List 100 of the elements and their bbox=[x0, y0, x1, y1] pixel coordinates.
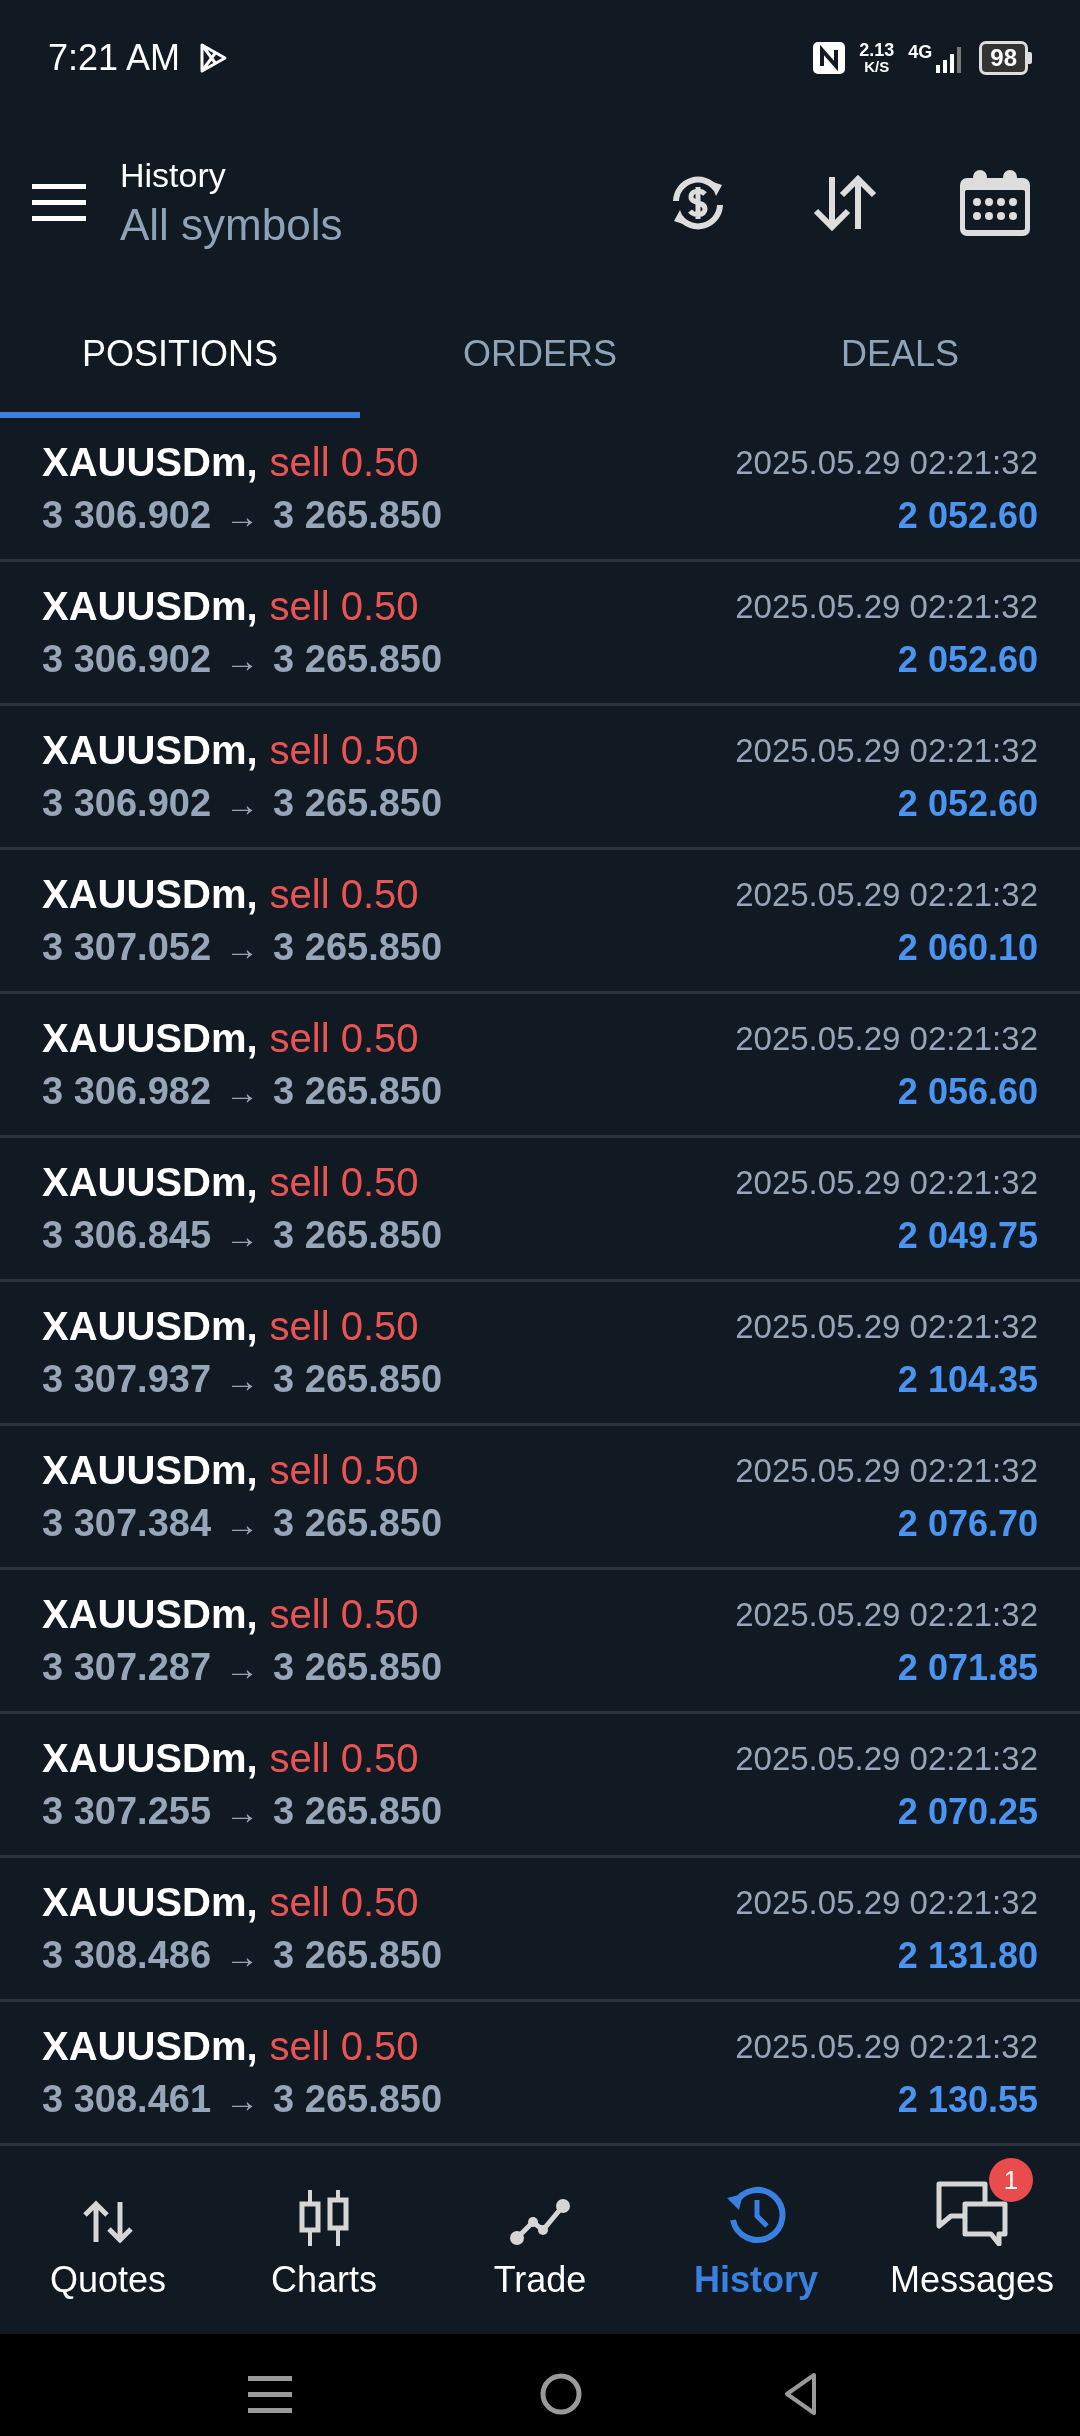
menu-icon[interactable] bbox=[248, 2374, 292, 2414]
nav-tab[interactable]: Charts bbox=[216, 2146, 432, 2334]
close-price: 3 265.850 bbox=[273, 1213, 443, 1258]
network-type: 4G bbox=[908, 42, 933, 61]
arrow-text: → bbox=[225, 1792, 260, 1833]
close-time: 2025.05.29 02:21:32 bbox=[735, 2026, 1038, 2067]
speed-value: 2.13 bbox=[859, 41, 895, 59]
position-row[interactable]: XAUUSDm, sell 0.50 3 306.845 → 3 265.850 2025.05.29 02:21:32 2 049.75 bbox=[0, 1138, 1080, 1282]
nav-tab[interactable]: Quotes bbox=[0, 2146, 216, 2334]
profit-value: 2 060.10 bbox=[897, 925, 1038, 970]
open-price: 3 306.902 bbox=[42, 637, 212, 682]
nav-label: Messages bbox=[889, 2260, 1055, 2300]
line-chart-icon bbox=[509, 2196, 571, 2246]
open-price: 3 308.486 bbox=[42, 1933, 212, 1978]
nav-tab[interactable]: History bbox=[648, 2146, 864, 2334]
open-price: 3 308.461 bbox=[42, 2077, 212, 2122]
tab[interactable]: ORDERS bbox=[360, 290, 720, 418]
position-row[interactable]: XAUUSDm, sell 0.50 3 306.902 → 3 265.850 2025.05.29 02:21:32 2 052.60 bbox=[0, 418, 1080, 562]
close-time: 2025.05.29 02:21:32 bbox=[735, 442, 1038, 483]
profit-value: 2 049.75 bbox=[897, 1213, 1038, 1258]
profit-value: 2 052.60 bbox=[897, 493, 1038, 538]
arrow-text: → bbox=[225, 1936, 260, 1977]
arrow-text: → bbox=[225, 1216, 260, 1257]
position-row[interactable]: XAUUSDm, sell 0.50 3 307.052 → 3 265.850 2025.05.29 02:21:32 2 060.10 bbox=[0, 850, 1080, 994]
battery-level: 98 bbox=[979, 40, 1028, 75]
arrow-text: → bbox=[225, 1360, 260, 1401]
close-price: 3 265.850 bbox=[273, 637, 443, 682]
close-time: 2025.05.29 02:21:32 bbox=[735, 1738, 1038, 1779]
symbol-name: XAUUSDm, bbox=[42, 1735, 258, 1782]
position-row[interactable]: XAUUSDm, sell 0.50 3 307.937 → 3 265.850 2025.05.29 02:21:32 2 104.35 bbox=[0, 1282, 1080, 1426]
close-price: 3 265.850 bbox=[273, 925, 443, 970]
position-row[interactable]: XAUUSDm, sell 0.50 3 306.982 → 3 265.850 2025.05.29 02:21:32 2 056.60 bbox=[0, 994, 1080, 1138]
arrow-text: → bbox=[225, 1072, 260, 1113]
close-price: 3 265.850 bbox=[273, 1069, 443, 1114]
close-price: 3 265.850 bbox=[273, 2077, 443, 2122]
symbol-name: XAUUSDm, bbox=[42, 871, 258, 918]
trade-side: sell 0.50 bbox=[269, 583, 419, 630]
close-price: 3 265.850 bbox=[273, 781, 443, 826]
page-title: History bbox=[120, 154, 227, 196]
position-row[interactable]: XAUUSDm, sell 0.50 3 306.902 → 3 265.850 2025.05.29 02:21:32 2 052.60 bbox=[0, 706, 1080, 850]
nav-tab[interactable]: 1 Messages bbox=[864, 2146, 1080, 2334]
arrow-text: → bbox=[225, 2080, 260, 2121]
arrow-text: → bbox=[225, 784, 260, 825]
tab[interactable]: POSITIONS bbox=[0, 290, 360, 418]
open-price: 3 307.052 bbox=[42, 925, 212, 970]
symbol-name: XAUUSDm, bbox=[42, 1303, 258, 1350]
back-icon[interactable] bbox=[782, 2371, 818, 2417]
nav-tab[interactable]: Trade bbox=[432, 2146, 648, 2334]
symbol-name: XAUUSDm, bbox=[42, 1879, 258, 1926]
close-time: 2025.05.29 02:21:32 bbox=[735, 1162, 1038, 1203]
position-row[interactable]: XAUUSDm, sell 0.50 3 306.902 → 3 265.850 2025.05.29 02:21:32 2 052.60 bbox=[0, 562, 1080, 706]
tab[interactable]: DEALS bbox=[720, 290, 1080, 418]
trade-side: sell 0.50 bbox=[269, 871, 419, 918]
trade-side: sell 0.50 bbox=[269, 1447, 419, 1494]
trade-side: sell 0.50 bbox=[269, 727, 419, 774]
position-row[interactable]: XAUUSDm, sell 0.50 3 308.486 → 3 265.850 2025.05.29 02:21:32 2 131.80 bbox=[0, 1858, 1080, 2002]
history-icon bbox=[725, 2184, 787, 2246]
calendar-icon[interactable] bbox=[960, 169, 1030, 236]
position-row[interactable]: XAUUSDm, sell 0.50 3 307.255 → 3 265.850 2025.05.29 02:21:32 2 070.25 bbox=[0, 1714, 1080, 1858]
profit-value: 2 070.25 bbox=[897, 1789, 1038, 1834]
symbol-name: XAUUSDm, bbox=[42, 1591, 258, 1638]
close-price: 3 265.850 bbox=[273, 1645, 443, 1690]
close-price: 3 265.850 bbox=[273, 1501, 443, 1546]
trade-side: sell 0.50 bbox=[269, 1735, 419, 1782]
profit-value: 2 056.60 bbox=[897, 1069, 1038, 1114]
candlestick-icon bbox=[298, 2190, 350, 2246]
up-down-arrows-icon bbox=[81, 2198, 135, 2246]
symbol-name: XAUUSDm, bbox=[42, 583, 258, 630]
open-price: 3 307.384 bbox=[42, 1501, 212, 1546]
profit-value: 2 071.85 bbox=[897, 1645, 1038, 1690]
profit-value: 2 076.70 bbox=[897, 1501, 1038, 1546]
close-time: 2025.05.29 02:21:32 bbox=[735, 874, 1038, 915]
nav-label: Trade bbox=[493, 2260, 587, 2300]
notification-badge: 1 bbox=[989, 2158, 1033, 2202]
position-row[interactable]: XAUUSDm, sell 0.50 3 307.384 → 3 265.850 2025.05.29 02:21:32 2 076.70 bbox=[0, 1426, 1080, 1570]
battery-tip bbox=[1028, 51, 1032, 64]
position-row[interactable]: XAUUSDm, sell 0.50 3 307.287 → 3 265.850 2025.05.29 02:21:32 2 071.85 bbox=[0, 1570, 1080, 1714]
open-price: 3 306.902 bbox=[42, 493, 212, 538]
close-time: 2025.05.29 02:21:32 bbox=[735, 1306, 1038, 1347]
home-icon[interactable] bbox=[540, 2373, 582, 2415]
close-price: 3 265.850 bbox=[273, 1933, 443, 1978]
speed-unit: K/S bbox=[864, 59, 890, 74]
symbol-name: XAUUSDm, bbox=[42, 727, 258, 774]
arrow-text: → bbox=[225, 496, 260, 537]
symbol-name: XAUUSDm, bbox=[42, 1015, 258, 1062]
menu-icon[interactable] bbox=[32, 182, 86, 223]
sort-icon[interactable] bbox=[812, 172, 878, 233]
trade-side: sell 0.50 bbox=[269, 1879, 419, 1926]
trade-side: sell 0.50 bbox=[269, 1303, 419, 1350]
nav-label: Charts bbox=[271, 2260, 377, 2300]
profit-value: 2 052.60 bbox=[897, 637, 1038, 682]
symbol-filter[interactable]: All symbols bbox=[120, 196, 666, 253]
nav-label: Quotes bbox=[49, 2260, 167, 2300]
arrow-text: → bbox=[225, 1648, 260, 1689]
trade-side: sell 0.50 bbox=[269, 1591, 419, 1638]
open-price: 3 306.902 bbox=[42, 781, 212, 826]
close-time: 2025.05.29 02:21:32 bbox=[735, 586, 1038, 627]
open-price: 3 307.287 bbox=[42, 1645, 212, 1690]
close-time: 2025.05.29 02:21:32 bbox=[735, 730, 1038, 771]
profit-value: 2 052.60 bbox=[897, 781, 1038, 826]
